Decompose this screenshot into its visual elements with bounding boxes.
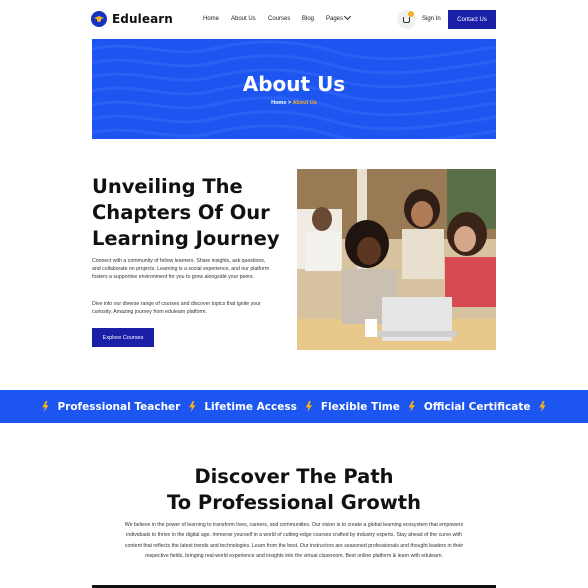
brand-logo[interactable]: Edulearn [91, 11, 173, 27]
sign-in-link[interactable]: Sign In [422, 16, 441, 22]
discover-heading-line-1: Discover The Path [194, 465, 394, 488]
lightning-bolt-icon [539, 401, 546, 412]
cart-badge [408, 11, 414, 17]
features-strip: Professional Teacher Lifetime Access Fle… [0, 390, 588, 423]
intro-heading: Unveiling The Chapters Of Our Learning J… [92, 175, 280, 250]
breadcrumb: Home > About Us [92, 100, 496, 106]
brand-name: Edulearn [112, 12, 173, 26]
graduation-cap-icon [91, 11, 107, 27]
feature-item: Lifetime Access [204, 400, 297, 413]
intro-paragraph-1: Connect with a community of fellow learn… [92, 258, 270, 280]
lightning-bolt-icon [42, 401, 49, 412]
feature-item: Professional Teacher [57, 400, 181, 413]
page-banner: About Us Home > About Us [92, 39, 496, 139]
nav-item-home[interactable]: Home [203, 16, 219, 22]
intro-paragraph-2: Dive into our diverse range of courses a… [92, 301, 261, 315]
contact-us-button[interactable]: Contact Us [448, 10, 496, 29]
discover-paragraph: We believe in the power of learning to t… [124, 522, 464, 559]
page-title: About Us [242, 72, 346, 96]
lightning-bolt-icon [305, 401, 313, 412]
nav-item-about[interactable]: About Us [231, 16, 256, 22]
chevron-down-icon[interactable] [343, 12, 352, 21]
explore-courses-button[interactable]: Explore Courses [92, 328, 154, 347]
students-photo [297, 169, 496, 350]
nav-item-courses[interactable]: Courses [268, 16, 290, 22]
nav-item-pages[interactable]: Pages [326, 16, 343, 22]
top-navigation: Edulearn Home About Us Courses Blog Page… [0, 0, 588, 40]
discover-heading: Discover The Path To Professional Growth [0, 464, 588, 516]
cart-icon [403, 17, 410, 23]
lightning-bolt-icon [408, 401, 416, 412]
nav-item-blog[interactable]: Blog [302, 16, 314, 22]
breadcrumb-home[interactable]: Home [271, 100, 286, 106]
breadcrumb-current: About Us [292, 100, 317, 106]
discover-heading-line-2: To Professional Growth [167, 491, 421, 514]
breadcrumb-separator: > [287, 100, 292, 106]
feature-item: Official Certificate [423, 400, 531, 413]
feature-item: Flexible Time [320, 400, 400, 413]
lightning-bolt-icon [189, 401, 196, 412]
